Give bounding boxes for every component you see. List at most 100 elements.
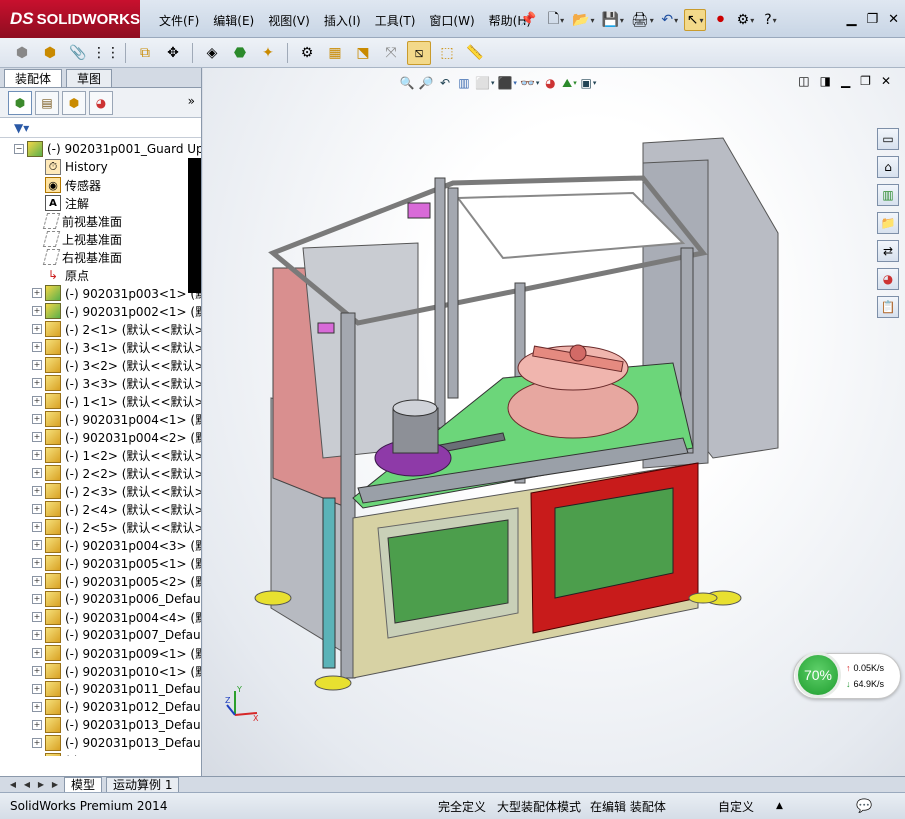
appearances-scenes-icon[interactable]: ◕ — [877, 268, 899, 290]
tree-feature-item[interactable]: ◉ 传感器 — [45, 176, 101, 194]
tree-expand-toggle-icon[interactable]: + — [32, 576, 42, 586]
tab-motion-study[interactable]: 运动算例 1 — [106, 776, 180, 793]
tree-component-item[interactable]: + (-) 902031p004<4> (默 — [32, 608, 201, 626]
tree-expand-toggle-icon[interactable]: + — [32, 684, 42, 694]
tree-splitter[interactable] — [188, 158, 201, 293]
new-doc-icon[interactable]: 🗋 ▾ — [545, 9, 567, 31]
tree-expand-toggle-icon[interactable]: + — [32, 342, 42, 352]
tree-feature-item[interactable]: ↳ 原点 — [45, 266, 89, 284]
tree-feature-item[interactable]: A 注解 — [45, 194, 89, 212]
save-icon[interactable]: 💾 ▾ — [599, 9, 625, 31]
solidworks-resources-icon[interactable]: ▭ — [877, 128, 899, 150]
move-component-icon[interactable]: ✥ — [161, 41, 185, 65]
pin-menu-icon[interactable]: 📌 — [520, 12, 536, 27]
tab-assembly[interactable]: 装配体 — [4, 69, 63, 87]
tree-component-item[interactable]: + (-) 3<1> (默认<<默认> — [32, 338, 201, 356]
tree-component-item[interactable]: + (-) 902031p004<1> (默 — [32, 410, 201, 428]
insert-component-icon[interactable]: ⬢ — [38, 41, 62, 65]
network-monitor-widget[interactable]: 70% ↑ 0.05K/s ↓ 64.9K/s — [793, 652, 901, 699]
tree-expand-toggle-icon[interactable]: + — [32, 486, 42, 496]
file-explorer-icon[interactable]: 📁 — [877, 212, 899, 234]
tree-component-item[interactable]: + (-) 3<2> (默认<<默认> — [32, 356, 201, 374]
rebuild-traffic-light-icon[interactable]: ⚫ — [709, 9, 731, 31]
view-palette-icon[interactable]: ⇄ — [877, 240, 899, 262]
help-icon[interactable]: ? ▾ — [759, 9, 781, 31]
tree-component-item[interactable]: + (-) 902031p011_Defaul — [32, 680, 201, 698]
custom-properties-icon[interactable]: 📋 — [877, 296, 899, 318]
quick-tips-icon[interactable]: 💬 — [856, 799, 872, 814]
restore-icon[interactable]: ❐ — [866, 12, 878, 27]
tree-expand-toggle-icon[interactable]: + — [32, 306, 42, 316]
select-arrow-icon[interactable]: ↖ ▾ — [683, 9, 707, 31]
tree-expand-toggle-icon[interactable]: + — [32, 414, 42, 424]
interference-detection-icon[interactable]: ⧅ — [407, 40, 431, 65]
tab-sketch[interactable]: 草图 — [66, 69, 113, 87]
tree-expand-toggle-icon[interactable]: + — [32, 540, 42, 550]
configuration-manager-icon[interactable]: ⬢ — [62, 90, 86, 115]
tree-expand-toggle-icon[interactable]: + — [32, 468, 42, 478]
tree-expand-toggle-icon[interactable]: + — [32, 720, 42, 730]
tree-component-item[interactable]: + (-) 1<2> (默认<<默认> — [32, 446, 201, 464]
tab-scroll-last-icon[interactable]: ▶ — [50, 780, 60, 789]
tree-expand-toggle-icon[interactable]: + — [32, 432, 42, 442]
clearance-verification-icon[interactable]: ⬚ — [435, 41, 459, 65]
menu-tools[interactable]: 工具(T) — [368, 12, 423, 30]
tree-component-item[interactable]: + (-) 3<3> (默认<<默认> — [32, 374, 201, 392]
menu-file[interactable]: 文件(F) — [152, 12, 206, 30]
filter-icon[interactable]: ▼▾ — [14, 121, 29, 135]
tree-component-item[interactable]: + (-) 902031p004<2> (默 — [32, 428, 201, 446]
tree-component-item[interactable]: + (-) 902031p005<2> (默 — [32, 572, 201, 590]
tree-component-item[interactable]: +(-) SLSK30-600Q88-RE — [32, 752, 200, 756]
tree-component-item[interactable]: + (-) 902031p012_Defaul — [32, 698, 201, 716]
tree-expand-toggle-icon[interactable]: + — [32, 612, 42, 622]
tree-root-item[interactable]: − (-) 902031p001_Guard Up — [14, 140, 201, 158]
tree-component-item[interactable]: + (-) 2<5> (默认<<默认> — [32, 518, 201, 536]
tree-filter[interactable]: ▼▾ — [0, 118, 201, 138]
minimize-icon[interactable]: ▁ — [846, 12, 856, 27]
measure-icon[interactable]: 📏 — [463, 41, 487, 65]
smart-fasteners-icon[interactable]: ⧉ — [133, 41, 157, 65]
tree-expand-toggle-icon[interactable]: + — [32, 666, 42, 676]
show-hidden-icon[interactable]: ◈ — [200, 41, 224, 65]
tree-component-item[interactable]: + (-) 2<1> (默认<<默认> — [32, 320, 201, 338]
tree-component-item[interactable]: + (-) 902031p002<1> (默 — [32, 302, 201, 320]
expand-tabs-icon[interactable]: » — [188, 94, 195, 108]
exploded-view-icon[interactable]: ⬔ — [351, 41, 375, 65]
tree-feature-item[interactable]: 上视基准面 — [42, 230, 122, 248]
bill-of-materials-icon[interactable]: ▦ — [323, 41, 347, 65]
design-library-icon[interactable]: ▥ — [877, 184, 899, 206]
chevron-up-icon[interactable]: ▲ — [776, 801, 783, 811]
options-gear-icon[interactable]: ⚙ ▾ — [734, 9, 756, 31]
tree-expand-toggle-icon[interactable]: + — [32, 648, 42, 658]
explode-line-sketch-icon[interactable]: ⤧ — [379, 41, 403, 65]
tree-component-item[interactable]: + (-) 902031p009<1> (默 — [32, 644, 201, 662]
tree-component-item[interactable]: + (-) 2<4> (默认<<默认> — [32, 500, 201, 518]
display-manager-icon[interactable]: ◕ — [89, 90, 113, 115]
tree-component-item[interactable]: + (-) 2<2> (默认<<默认> — [32, 464, 201, 482]
tree-component-item[interactable]: + (-) 1<1> (默认<<默认> — [32, 392, 201, 410]
graphics-area[interactable]: 🔍 🔎 ↶ ▥ ⬜▾ ⬛▾ 👓▾ ◕ ⛰▾ ▣▾ ◫ ◨ ▁ ❐ ✕ — [203, 68, 905, 776]
tree-expand-toggle-icon[interactable]: + — [32, 738, 42, 748]
menu-view[interactable]: 视图(V) — [261, 12, 317, 30]
tree-component-item[interactable]: + (-) 902031p003<1> (默 — [32, 284, 201, 302]
mate-icon[interactable]: 📎 — [66, 41, 90, 65]
open-icon[interactable]: 📂 ▾ — [570, 9, 596, 31]
edit-component-icon[interactable]: ⬢ — [10, 41, 34, 65]
tree-expand-toggle-icon[interactable]: + — [32, 450, 42, 460]
menu-window[interactable]: 窗口(W) — [422, 12, 481, 30]
tree-feature-item[interactable]: ⏱ History — [45, 158, 108, 176]
feature-manager-icon[interactable]: ⬢ — [8, 90, 32, 115]
tree-feature-item[interactable]: 右视基准面 — [42, 248, 122, 266]
tab-scroll-next-icon[interactable]: ▶ — [36, 780, 46, 789]
tree-component-item[interactable]: + (-) 902031p007_Defaul — [32, 626, 201, 644]
tab-model[interactable]: 模型 — [64, 776, 103, 793]
close-icon[interactable]: ✕ — [888, 12, 899, 27]
property-manager-icon[interactable]: ▤ — [35, 90, 59, 115]
status-units-custom[interactable]: 自定义 — [718, 798, 754, 815]
solidworks-logo[interactable]: DS SOLIDWORKS — [0, 0, 140, 38]
tree-expand-toggle-icon[interactable]: + — [32, 504, 42, 514]
reference-geometry-icon[interactable]: ✦ — [256, 41, 280, 65]
tree-expand-toggle-icon[interactable]: + — [32, 378, 42, 388]
menu-insert[interactable]: 插入(I) — [317, 12, 368, 30]
assembly-features-icon[interactable]: ⬣ — [228, 41, 252, 65]
